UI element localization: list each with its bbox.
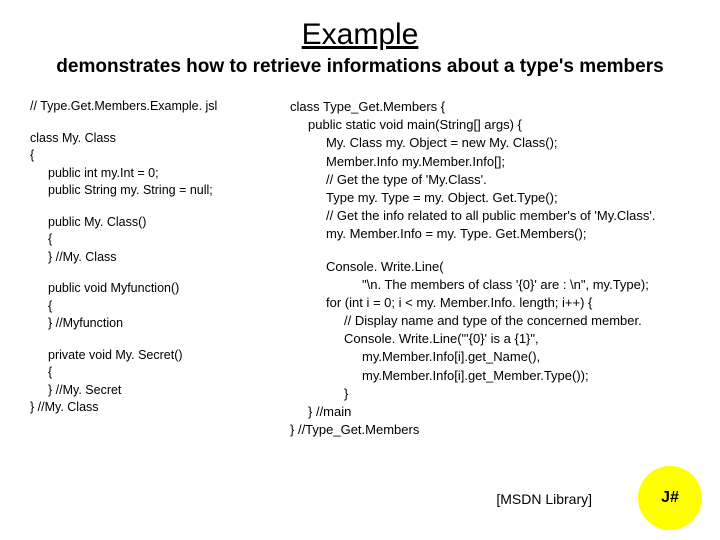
page-title: Example xyxy=(0,0,720,52)
code-line: Console. Write.Line("'{0}' is a {1}", xyxy=(290,330,710,348)
code-line: // Get the info related to all public me… xyxy=(290,207,710,225)
code-line: } //My. Secret xyxy=(30,382,290,400)
code-line: { xyxy=(30,298,290,316)
code-line: class Type_Get.Members { xyxy=(290,98,710,116)
code-line: public My. Class() xyxy=(30,214,290,232)
code-line: } //main xyxy=(290,403,710,421)
code-line: class My. Class xyxy=(30,130,290,148)
code-line: // Display name and type of the concerne… xyxy=(290,312,710,330)
code-line: // Get the type of 'My.Class'. xyxy=(290,171,710,189)
code-line: My. Class my. Object = new My. Class(); xyxy=(290,134,710,152)
code-line: my.Member.Info[i].get_Member.Type()); xyxy=(290,367,710,385)
code-line: Console. Write.Line( xyxy=(290,258,710,276)
code-line: my.Member.Info[i].get_Name(), xyxy=(290,348,710,366)
page-subtitle: demonstrates how to retrieve information… xyxy=(0,52,720,78)
code-line: Type my. Type = my. Object. Get.Type(); xyxy=(290,189,710,207)
code-line: } xyxy=(290,385,710,403)
code-line: public int my.Int = 0; xyxy=(30,165,290,183)
code-line: for (int i = 0; i < my. Member.Info. len… xyxy=(290,294,710,312)
code-line: // Type.Get.Members.Example. jsl xyxy=(30,98,290,116)
code-line: } //My. Class xyxy=(30,399,290,417)
code-line: public void Myfunction() xyxy=(30,280,290,298)
code-line: private void My. Secret() xyxy=(30,347,290,365)
code-line: my. Member.Info = my. Type. Get.Members(… xyxy=(290,225,710,243)
content-area: // Type.Get.Members.Example. jsl class M… xyxy=(0,78,720,439)
code-line: { xyxy=(30,364,290,382)
msdn-library-label: [MSDN Library] xyxy=(496,491,592,507)
code-line: public static void main(String[] args) { xyxy=(290,116,710,134)
code-line: Member.Info my.Member.Info[]; xyxy=(290,153,710,171)
left-code-column: // Type.Get.Members.Example. jsl class M… xyxy=(30,98,290,439)
code-line: } //Myfunction xyxy=(30,315,290,333)
jsharp-badge: J# xyxy=(638,466,702,530)
code-line: public String my. String = null; xyxy=(30,182,290,200)
code-line: } //My. Class xyxy=(30,249,290,267)
code-line: } //Type_Get.Members xyxy=(290,421,710,439)
right-code-column: class Type_Get.Members { public static v… xyxy=(290,98,710,439)
code-line: { xyxy=(30,147,290,165)
code-line: "\n. The members of class '{0}' are : \n… xyxy=(290,276,710,294)
code-line: { xyxy=(30,231,290,249)
